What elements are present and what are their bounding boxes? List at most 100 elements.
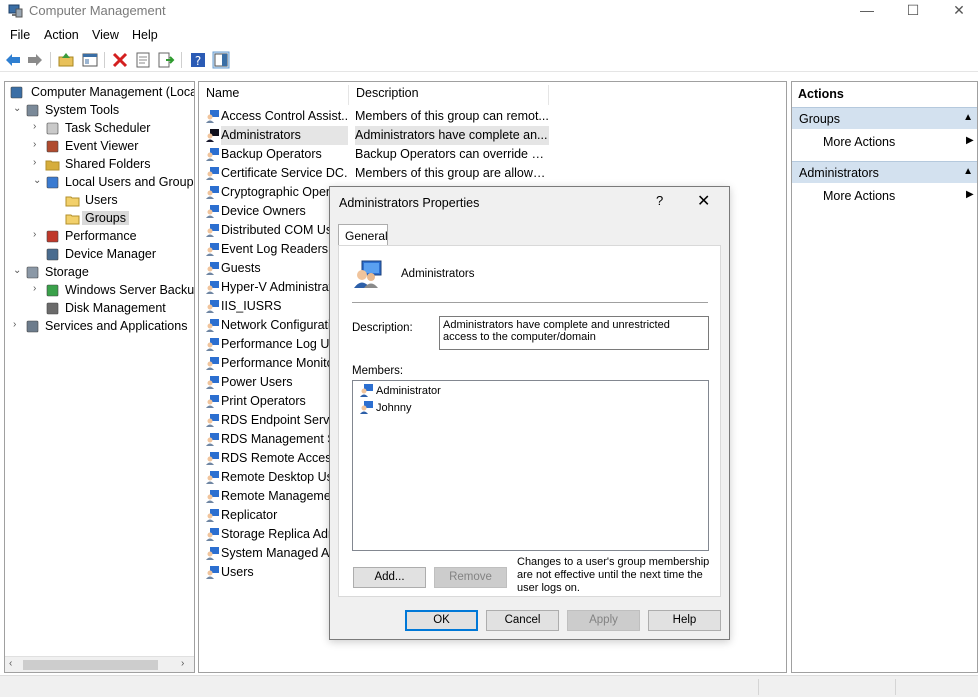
expand-chevron-icon[interactable]: › [33, 157, 43, 168]
back-arrow-icon[interactable] [4, 51, 22, 69]
member-name: Administrator [376, 385, 441, 397]
table-row[interactable]: Administrators Administrators have comple… [199, 126, 786, 145]
table-row[interactable]: Certificate Service DC... Members of this… [199, 164, 786, 183]
minimize-button[interactable]: — [844, 0, 890, 22]
expand-chevron-icon[interactable]: › [33, 139, 43, 150]
menu-action[interactable]: Action [44, 28, 79, 42]
delete-icon[interactable] [111, 51, 129, 69]
group-icon [206, 414, 219, 427]
tree-node-label: Performance [65, 229, 137, 243]
group-icon [206, 490, 219, 503]
tree-node-label: Storage [45, 265, 89, 279]
status-separator [758, 679, 759, 695]
scrollbar-thumb[interactable] [23, 660, 158, 670]
expand-chevron-icon[interactable]: › [33, 121, 43, 132]
shared-folder-icon [45, 160, 60, 171]
group-name-cell: Backup Operators [221, 147, 322, 161]
expand-chevron-icon[interactable]: › [33, 229, 43, 240]
toolbar-separator [104, 52, 105, 68]
group-icon [206, 395, 219, 408]
more-actions-groups[interactable]: More Actions ▶ [823, 135, 974, 149]
menu-file[interactable]: File [10, 28, 30, 42]
collapse-chevron-icon[interactable]: ⌄ [13, 265, 23, 276]
column-separator[interactable] [548, 85, 549, 105]
members-list[interactable]: Administrator Johnny [352, 380, 709, 551]
scroll-left-icon[interactable]: ‹ [9, 658, 12, 669]
scroll-right-icon[interactable]: › [181, 658, 184, 669]
cancel-button[interactable]: Cancel [486, 610, 559, 631]
tree-node-label: Device Manager [65, 247, 157, 261]
clock-icon [46, 122, 59, 135]
expand-chevron-icon[interactable]: › [33, 283, 43, 294]
group-name-cell: Access Control Assist... [221, 109, 348, 123]
menu-help[interactable]: Help [132, 28, 158, 42]
group-icon [206, 547, 219, 560]
group-icon [354, 260, 382, 288]
group-icon [206, 300, 219, 313]
up-folder-icon[interactable] [57, 51, 75, 69]
user-icon [360, 384, 373, 397]
membership-note: Changes to a user's group membership are… [517, 556, 710, 594]
help-button[interactable]: Help [648, 610, 721, 631]
group-icon [206, 243, 219, 256]
group-name-cell: Certificate Service DC... [221, 166, 348, 180]
remove-member-button[interactable]: Remove [434, 567, 507, 588]
group-icon [206, 357, 219, 370]
folder-icon [65, 214, 80, 225]
group-name: Administrators [401, 268, 475, 280]
collapse-icon[interactable]: ▲ [963, 112, 973, 123]
table-row[interactable]: Access Control Assist... Members of this … [199, 107, 786, 126]
add-member-button[interactable]: Add... [353, 567, 426, 588]
tools-icon [26, 104, 39, 117]
collapse-chevron-icon[interactable]: ⌄ [13, 103, 23, 114]
group-icon [206, 167, 219, 180]
column-separator[interactable] [348, 85, 349, 105]
window-title: Computer Management [29, 3, 166, 18]
export-list-icon[interactable] [157, 51, 175, 69]
computer-icon [10, 86, 23, 99]
expand-chevron-icon[interactable]: › [13, 319, 23, 330]
show-hide-tree-icon[interactable] [81, 51, 99, 69]
maximize-button[interactable]: ☐ [890, 0, 936, 22]
close-window-button[interactable]: ✕ [936, 0, 978, 22]
column-header-description[interactable]: Description [356, 86, 419, 100]
dialog-help-button[interactable]: ? [656, 193, 663, 208]
group-description-cell: Members of this group are allowe... [355, 166, 549, 180]
group-icon [206, 110, 219, 123]
tree-node-label: Computer Management (Local [31, 85, 195, 99]
group-icon [206, 376, 219, 389]
actions-section-administrators[interactable]: Administrators ▲ [792, 161, 977, 183]
ok-button[interactable]: OK [405, 610, 478, 631]
console-tree: Computer Management (Local ⌄ System Tools ›… [4, 81, 195, 673]
members-label: Members: [352, 365, 404, 377]
group-icon [206, 471, 219, 484]
help-icon[interactable]: ? [189, 51, 207, 69]
actions-section-groups[interactable]: Groups ▲ [792, 107, 977, 129]
actions-pane: Actions Groups ▲ More Actions ▶ Administ… [791, 81, 978, 673]
submenu-arrow-icon: ▶ [966, 189, 974, 200]
description-field[interactable]: Administrators have complete and unrestr… [439, 316, 709, 350]
dialog-close-button[interactable]: ✕ [697, 191, 710, 211]
tree-node-label: Users [85, 193, 118, 207]
collapse-chevron-icon[interactable]: ⌄ [33, 175, 43, 186]
tree-horizontal-scrollbar[interactable]: ‹ › [5, 656, 194, 672]
collapse-icon[interactable]: ▲ [963, 166, 973, 177]
services-icon [26, 320, 39, 333]
more-actions-administrators[interactable]: More Actions ▶ [823, 189, 974, 203]
more-actions-label: More Actions [823, 135, 896, 149]
tree-node-label: Task Scheduler [65, 121, 151, 135]
column-header-name[interactable]: Name [206, 86, 239, 100]
toolbar-separator [50, 52, 51, 68]
group-description-cell: Members of this group can remot... [355, 109, 549, 123]
forward-arrow-icon[interactable] [26, 51, 44, 69]
apply-button[interactable]: Apply [567, 610, 640, 631]
menu-view[interactable]: View [92, 28, 119, 42]
event-viewer-icon [46, 140, 59, 153]
tab-general[interactable]: General [338, 224, 388, 246]
properties-icon[interactable] [134, 51, 152, 69]
users-groups-icon [46, 176, 59, 189]
disk-icon [46, 302, 59, 315]
show-hide-action-pane-icon[interactable] [212, 51, 230, 69]
table-row[interactable]: Backup Operators Backup Operators can ove… [199, 145, 786, 164]
toolbar: ? [0, 48, 978, 72]
